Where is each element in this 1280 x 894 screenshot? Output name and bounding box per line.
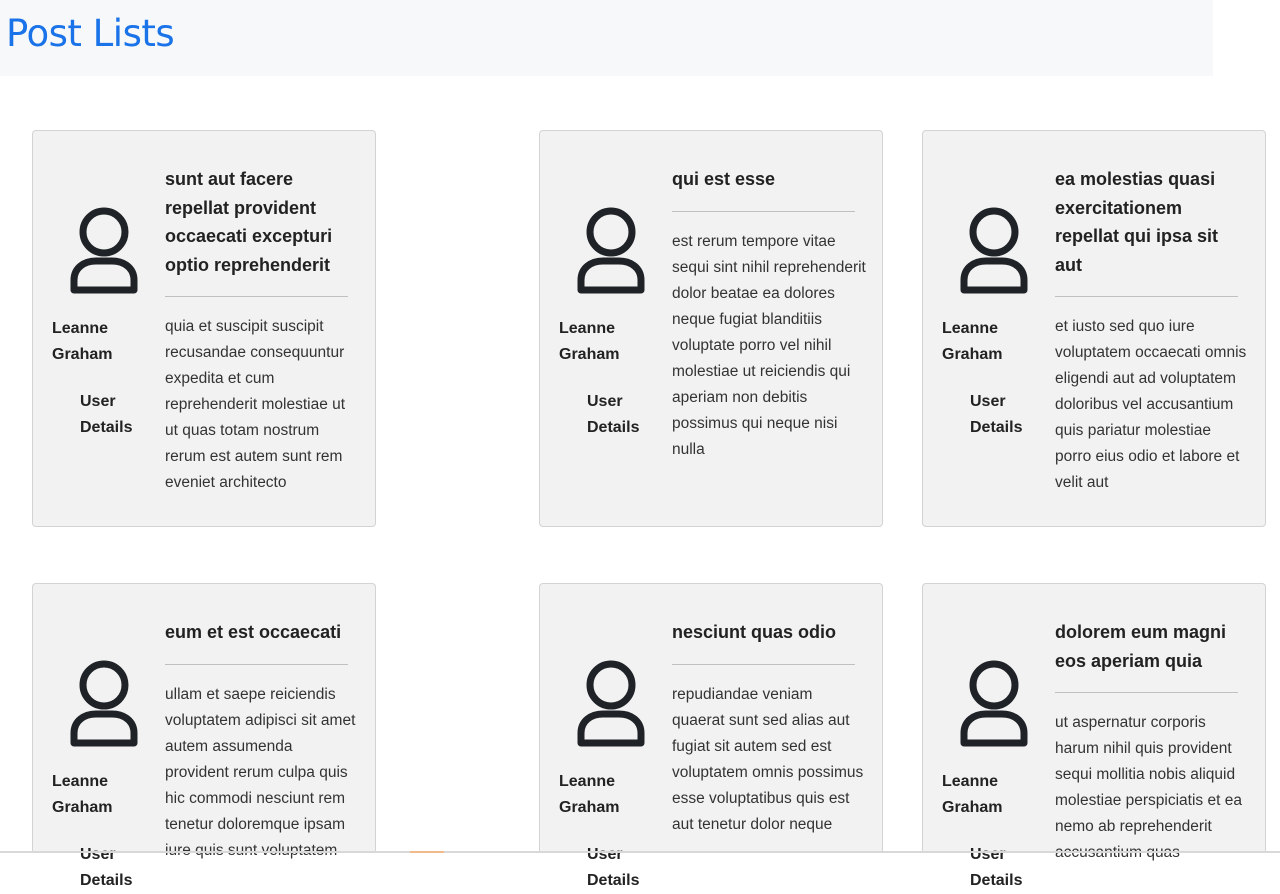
post-card: Leanne Graham User Details eum et est oc…: [32, 583, 376, 889]
post-title: sunt aut facere repellat provident occae…: [165, 169, 333, 275]
user-icon: [70, 207, 138, 294]
user-icon: [70, 660, 138, 747]
post-card: Leanne Graham User Details nesciunt quas…: [539, 583, 883, 889]
post-divider: [672, 664, 855, 665]
post-body: repudiandae veniam quaerat sunt sed alia…: [672, 686, 864, 833]
page-title: Post Lists: [6, 12, 175, 55]
user-details-link[interactable]: User Details: [587, 842, 657, 894]
user-details-link[interactable]: User Details: [80, 389, 150, 441]
post-title: eum et est occaecati: [165, 622, 342, 642]
author-name: Leanne Graham: [559, 773, 620, 816]
post-divider: [1055, 296, 1238, 297]
page-header: Post Lists: [0, 0, 1213, 76]
post-divider: [165, 296, 348, 297]
post-body: ut aspernatur corporis harum nihil quis …: [1055, 714, 1242, 861]
user-icon: [577, 207, 645, 294]
post-divider: [672, 211, 855, 212]
post-card: Leanne Graham User Details sunt aut face…: [32, 130, 376, 527]
author-name: Leanne Graham: [942, 773, 1003, 816]
post-body: est rerum tempore vitae sequi sint nihil…: [672, 233, 866, 458]
post-card: Leanne Graham User Details qui est esse …: [539, 130, 883, 527]
post-body: ullam et saepe reiciendis voluptatem adi…: [165, 686, 356, 859]
user-icon: [577, 660, 645, 747]
user-details-link[interactable]: User Details: [970, 842, 1040, 894]
post-title: ea molestias quasi exercitationem repell…: [1055, 169, 1219, 275]
post-divider: [165, 664, 348, 665]
post-card: Leanne Graham User Details ea molestias …: [922, 130, 1266, 527]
author-name: Leanne Graham: [52, 773, 113, 816]
user-icon: [960, 660, 1028, 747]
post-title: dolorem eum magni eos aperiam quia: [1055, 622, 1227, 671]
post-title: nesciunt quas odio: [672, 622, 837, 642]
post-body: et iusto sed quo iure voluptatem occaeca…: [1055, 318, 1247, 491]
user-icon: [960, 207, 1028, 294]
author-name: Leanne Graham: [52, 320, 113, 363]
post-body: quia et suscipit suscipit recusandae con…: [165, 318, 346, 491]
user-details-link[interactable]: User Details: [587, 389, 657, 441]
author-name: Leanne Graham: [942, 320, 1003, 363]
user-details-link[interactable]: User Details: [970, 389, 1040, 441]
post-title: qui est esse: [672, 169, 776, 189]
post-divider: [1055, 692, 1238, 693]
post-card: Leanne Graham User Details dolorem eum m…: [922, 583, 1266, 889]
author-name: Leanne Graham: [559, 320, 620, 363]
user-details-link[interactable]: User Details: [80, 842, 150, 894]
